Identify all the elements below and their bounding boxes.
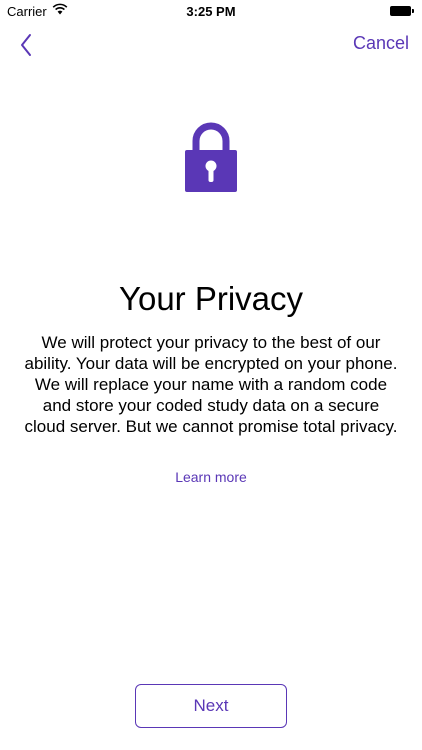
privacy-description: We will protect your privacy to the best…: [24, 333, 398, 436]
learn-more-link[interactable]: Learn more: [0, 469, 422, 485]
cancel-button[interactable]: Cancel: [353, 33, 409, 54]
battery-icon: [390, 6, 414, 16]
next-button-label: Next: [193, 696, 229, 715]
next-button[interactable]: Next: [135, 684, 287, 728]
lock-icon: [185, 122, 237, 192]
status-bar: Carrier 3:25 PM: [0, 0, 422, 22]
back-button[interactable]: [12, 30, 42, 60]
page-title: Your Privacy: [118, 280, 304, 317]
status-time: 3:25 PM: [186, 4, 236, 19]
chevron-left-icon: [21, 34, 31, 56]
